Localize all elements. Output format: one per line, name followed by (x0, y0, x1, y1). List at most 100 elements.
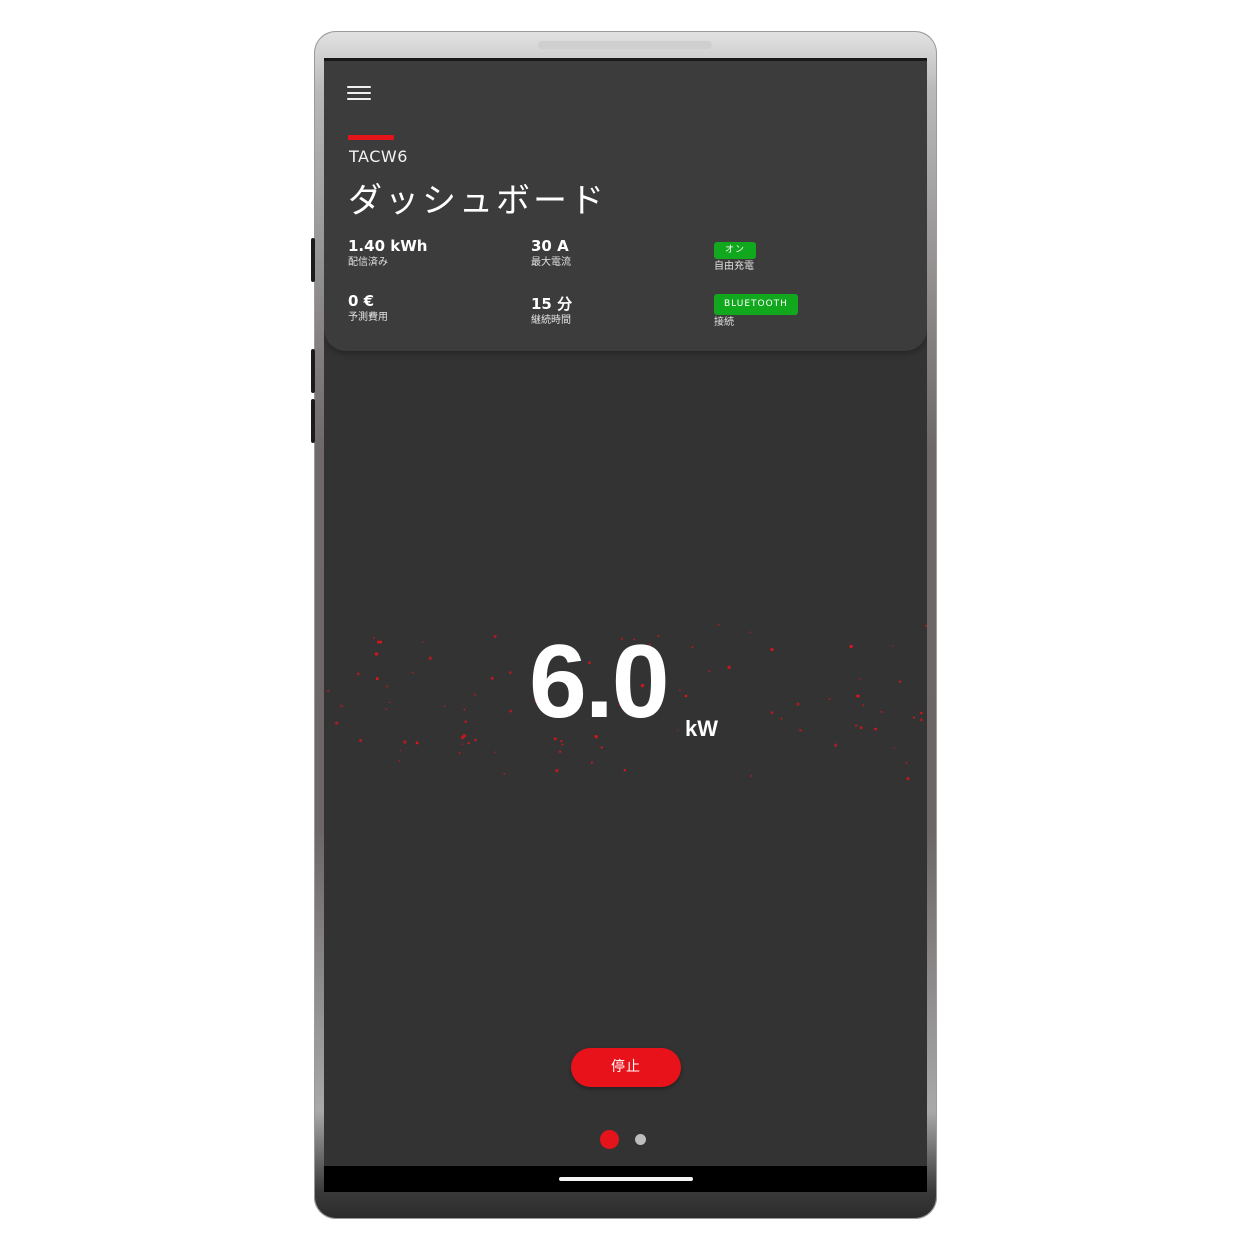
particle (898, 680, 902, 683)
particle (919, 711, 923, 715)
page-indicator (600, 1130, 660, 1150)
power-value: 6.0 (529, 624, 670, 740)
system-navigation-bar (324, 1166, 927, 1192)
particle (422, 641, 424, 643)
stat-estimated-cost-value: 0 € (348, 292, 375, 310)
particle (443, 705, 446, 708)
particle (389, 701, 391, 704)
particle (335, 721, 339, 725)
stat-delivered-label: 配信済み (348, 257, 388, 268)
phone-frame: TACW6 ダッシュボード 1.40 kWh 配信済み 30 A 最大電流 オン… (311, 31, 937, 1219)
particle (770, 648, 774, 652)
particle (854, 724, 858, 727)
particle (561, 743, 564, 746)
particle (385, 708, 388, 710)
volume-up-button (311, 349, 315, 393)
particle (474, 738, 477, 742)
particle (374, 652, 379, 656)
particle (600, 746, 603, 749)
particle (717, 623, 720, 626)
particle (833, 743, 838, 747)
particle (796, 702, 800, 706)
stat-max-current-value: 30 A (531, 237, 569, 255)
particle (493, 635, 497, 638)
particle (490, 676, 494, 680)
particle (750, 774, 753, 777)
accent-bar (348, 135, 394, 140)
particle (458, 752, 461, 754)
stop-button[interactable]: 停止 (571, 1048, 681, 1087)
particle (411, 671, 414, 674)
particle (327, 689, 330, 693)
particle (415, 741, 419, 745)
stat-estimated-cost: 0 € 予測費用 (348, 292, 388, 325)
stat-duration-value: 15 分 (531, 295, 573, 313)
particle (464, 720, 468, 724)
particle (874, 727, 877, 731)
particle (891, 645, 894, 647)
particle (679, 689, 681, 691)
particle (555, 768, 559, 773)
particle (398, 759, 401, 762)
stat-duration: 15 分 継続時間 (531, 295, 572, 328)
particle (623, 769, 626, 772)
volume-down-button (311, 399, 315, 443)
particle (428, 656, 432, 660)
stat-max-current-label: 最大電流 (531, 257, 571, 268)
particle (508, 671, 512, 674)
stat-connection-label: 接続 (714, 317, 734, 328)
side-button-top (311, 238, 315, 282)
particle (399, 749, 402, 752)
particle (691, 646, 694, 649)
particle (372, 637, 376, 640)
particle (474, 693, 477, 696)
particle (590, 761, 594, 764)
particle (858, 677, 861, 680)
particle (780, 717, 783, 720)
stat-free-charge: オン 自由充電 (714, 237, 757, 274)
particle (558, 750, 562, 753)
particle (906, 777, 910, 781)
particle (403, 740, 407, 744)
page-dot-1[interactable] (600, 1130, 619, 1149)
stat-connection: BLUETOOTH 接続 (714, 291, 798, 330)
stat-delivered-value: 1.40 kWh (348, 237, 428, 255)
stat-free-charge-label: 自由充電 (714, 261, 754, 272)
stat-duration-label: 継続時間 (531, 315, 571, 326)
stat-estimated-cost-label: 予測費用 (348, 312, 388, 323)
particle (467, 741, 470, 745)
particle (913, 716, 915, 719)
home-indicator[interactable] (559, 1177, 693, 1181)
particle (919, 718, 923, 722)
particle (862, 704, 865, 706)
particle (925, 624, 927, 627)
particle (893, 746, 896, 749)
particle (356, 672, 360, 676)
particle (684, 694, 688, 698)
particle (463, 708, 466, 711)
speaker-grille (538, 41, 712, 49)
stat-max-current: 30 A 最大電流 (531, 237, 571, 270)
particle (375, 677, 379, 681)
particle (799, 729, 802, 732)
particle (749, 631, 752, 634)
page-dot-2[interactable] (635, 1134, 646, 1145)
connection-status-badge: BLUETOOTH (714, 294, 798, 315)
particle (340, 704, 343, 708)
hamburger-menu-icon[interactable] (347, 86, 371, 102)
stat-delivered: 1.40 kWh 配信済み (348, 237, 427, 270)
particle (905, 761, 908, 764)
particle (880, 710, 883, 714)
particle (708, 670, 711, 673)
particle (379, 640, 383, 644)
particle (770, 711, 774, 714)
particle (503, 772, 506, 775)
power-unit: kW (685, 716, 718, 741)
particle (676, 729, 679, 732)
particle (828, 698, 831, 701)
page-title: ダッシュボード (348, 181, 607, 221)
free-charge-status-badge: オン (714, 242, 757, 259)
app-screen: TACW6 ダッシュボード 1.40 kWh 配信済み 30 A 最大電流 オン… (324, 58, 927, 1192)
dashboard-header-card: TACW6 ダッシュボード 1.40 kWh 配信済み 30 A 最大電流 オン… (324, 61, 927, 351)
particle (560, 740, 563, 743)
